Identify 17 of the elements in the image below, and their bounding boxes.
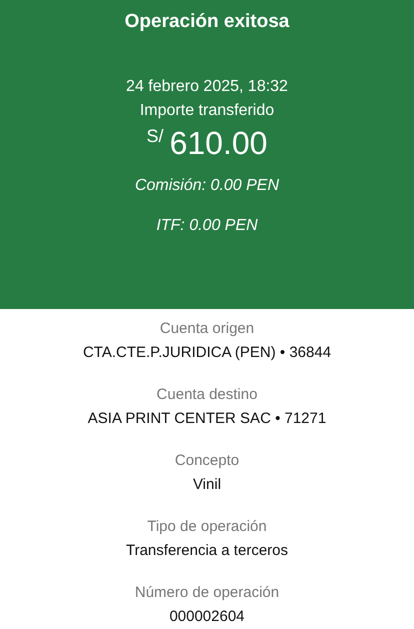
detail-label: Concepto: [174, 451, 240, 471]
amount-value: 610.00: [170, 124, 268, 162]
detail-value: 000002604: [169, 607, 245, 627]
currency-symbol: S/: [146, 126, 164, 147]
detail-value: Vinil: [192, 475, 222, 495]
commission-text: Comisión: 0.00 PEN: [134, 176, 280, 196]
screen-title: Operación exitosa: [124, 10, 290, 34]
detail-label: Cuenta destino: [156, 385, 258, 405]
detail-label: Tipo de operación: [147, 517, 267, 537]
detail-value: Transferencia a terceros: [126, 541, 288, 561]
itf-text: ITF: 0.00 PEN: [156, 216, 258, 236]
date-text: 24 febrero 2025, 18:32: [126, 77, 288, 97]
detail-value: ASIA PRINT CENTER SAC • 71271: [88, 409, 326, 429]
detail-value: CTA.CTE.P.JURIDICA (PEN) • 36844: [82, 343, 332, 363]
detail-label: Número de operación: [134, 583, 280, 603]
detail-label: Cuenta origen: [160, 319, 254, 339]
amount-label: Importe transferido: [140, 101, 274, 121]
